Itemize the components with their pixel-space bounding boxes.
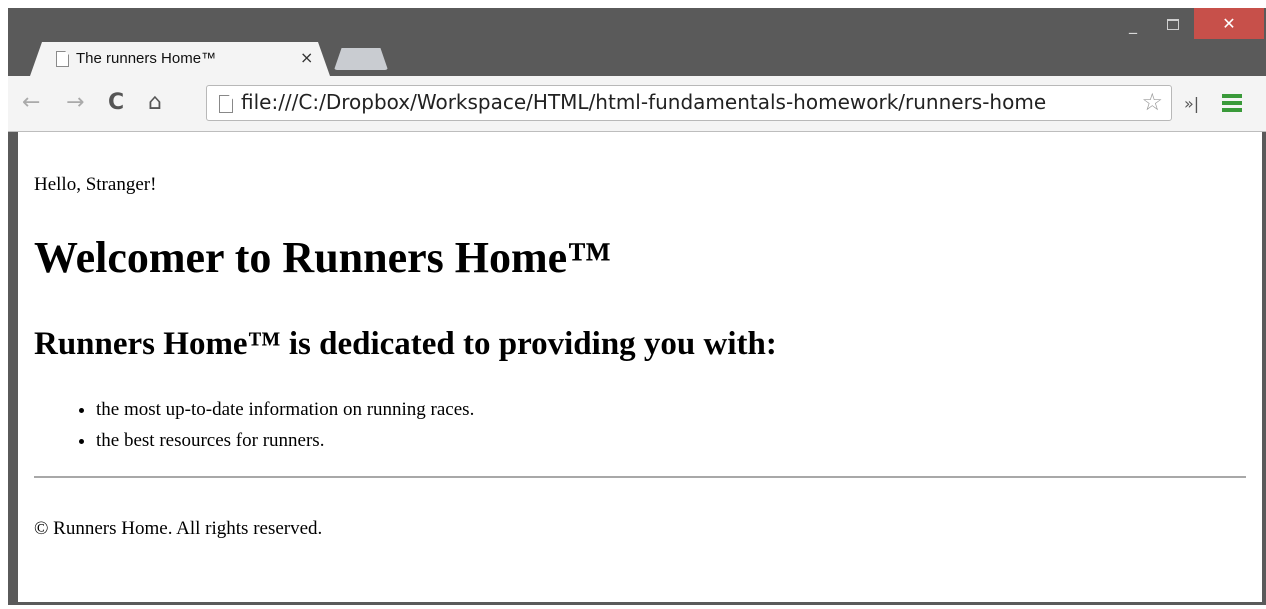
- url-text[interactable]: file:///C:/Dropbox/Workspace/HTML/html-f…: [241, 90, 1121, 114]
- back-arrow-icon[interactable]: ←: [22, 90, 40, 115]
- close-window-button[interactable]: ✕: [1194, 8, 1264, 39]
- bookmark-star-icon[interactable]: ☆: [1141, 88, 1163, 116]
- page-subtitle: Runners Home™ is dedicated to providing …: [34, 326, 777, 362]
- close-icon: ✕: [1222, 14, 1236, 33]
- home-icon[interactable]: ⌂: [148, 90, 162, 115]
- forward-arrow-icon[interactable]: →: [66, 90, 84, 115]
- browser-window: _ ✕ The runners Home™ × ← → C ⌂ file:///…: [8, 8, 1266, 605]
- page-title: Welcomer to Runners Home™: [34, 233, 612, 282]
- browser-toolbar: ← → C ⌂ file:///C:/Dropbox/Workspace/HTM…: [8, 76, 1266, 132]
- list-item: the best resources for runners.: [96, 425, 474, 456]
- reload-icon[interactable]: C: [108, 90, 124, 115]
- divider: [34, 476, 1246, 478]
- maximize-icon: [1167, 19, 1179, 30]
- list-item: the most up-to-date information on runni…: [96, 394, 474, 425]
- tab-close-icon[interactable]: ×: [300, 48, 313, 67]
- footer-text: © Runners Home. All rights reserved.: [34, 518, 323, 539]
- page-icon: [56, 51, 69, 67]
- greeting-text: Hello, Stranger!: [34, 174, 157, 195]
- new-tab-button[interactable]: [334, 48, 388, 70]
- tab-title: The runners Home™: [76, 50, 217, 67]
- address-bar[interactable]: file:///C:/Dropbox/Workspace/HTML/html-f…: [206, 85, 1172, 121]
- extensions-overflow-icon[interactable]: »|: [1184, 94, 1199, 113]
- minimize-button[interactable]: _: [1118, 8, 1148, 41]
- minimize-icon: _: [1129, 15, 1137, 34]
- maximize-button[interactable]: [1156, 8, 1190, 41]
- feature-list: the most up-to-date information on runni…: [56, 394, 474, 456]
- page-content: Hello, Stranger! Welcomer to Runners Hom…: [18, 132, 1262, 602]
- page-icon: [219, 95, 233, 113]
- tab-active[interactable]: The runners Home™ ×: [30, 42, 330, 76]
- hamburger-menu-icon[interactable]: [1222, 94, 1242, 112]
